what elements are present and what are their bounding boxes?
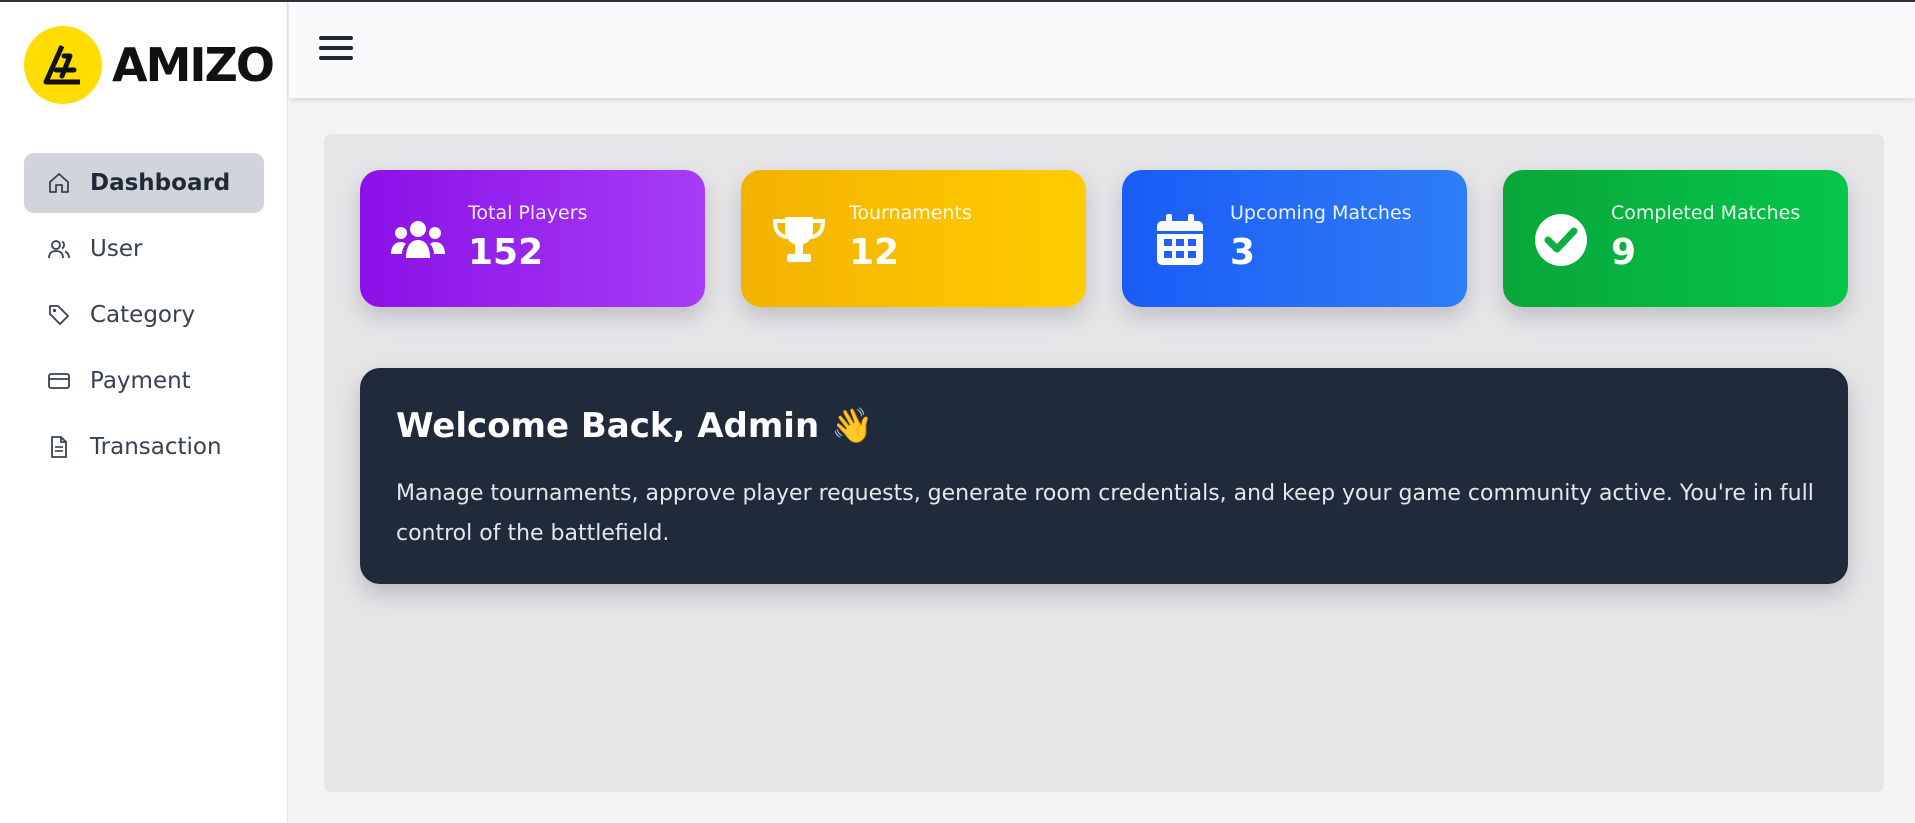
main-content: Total Players 152 Tournaments 12 Upcomin… [324,134,1884,792]
document-icon [46,434,72,460]
credit-card-icon [46,368,72,394]
sidebar-nav: Dashboard User Category Payment Transact… [24,153,264,483]
users-group-icon [390,212,446,268]
logo-text: AMIZO [112,38,275,92]
stat-value: 9 [1611,232,1637,273]
trophy-icon [771,212,827,268]
logo[interactable]: AMIZO [24,26,275,104]
welcome-title: Welcome Back, Admin 👋 [396,406,873,446]
check-circle-icon [1533,212,1589,268]
sidebar-item-label: User [90,236,143,262]
hamburger-icon[interactable] [319,36,353,64]
stat-label: Upcoming Matches [1230,202,1412,224]
welcome-banner: Welcome Back, Admin 👋 Manage tournaments… [360,368,1848,584]
tag-icon [46,302,72,328]
sidebar-item-transaction[interactable]: Transaction [24,417,264,477]
stat-value: 12 [849,232,900,273]
stat-label: Total Players [468,202,588,224]
stat-card-tournaments[interactable]: Tournaments 12 [741,170,1086,307]
stat-card-upcoming-matches[interactable]: Upcoming Matches 3 [1122,170,1467,307]
sidebar-item-label: Payment [90,368,191,394]
sidebar-item-label: Dashboard [90,170,231,196]
stat-card-total-players[interactable]: Total Players 152 [360,170,705,307]
welcome-message: Manage tournaments, approve player reque… [396,481,1814,546]
wave-icon: 👋 [831,406,874,446]
top-header [289,2,1915,98]
stat-card-completed-matches[interactable]: Completed Matches 9 [1503,170,1848,307]
sidebar-item-user[interactable]: User [24,219,264,279]
stat-value: 152 [468,232,544,273]
sidebar-item-payment[interactable]: Payment [24,351,264,411]
stat-label: Tournaments [849,202,972,224]
sidebar-item-category[interactable]: Category [24,285,264,345]
sidebar-item-dashboard[interactable]: Dashboard [24,153,264,213]
users-icon [46,236,72,262]
welcome-title-text: Welcome Back, Admin [396,406,820,446]
logo-mark-icon [24,26,102,104]
sidebar-item-label: Category [90,302,196,328]
stat-label: Completed Matches [1611,202,1801,224]
sidebar-item-label: Transaction [90,434,222,460]
home-icon [46,170,72,196]
stat-value: 3 [1230,232,1256,273]
calendar-icon [1152,212,1208,268]
sidebar: AMIZO Dashboard User Category Payment Tr… [0,2,288,823]
